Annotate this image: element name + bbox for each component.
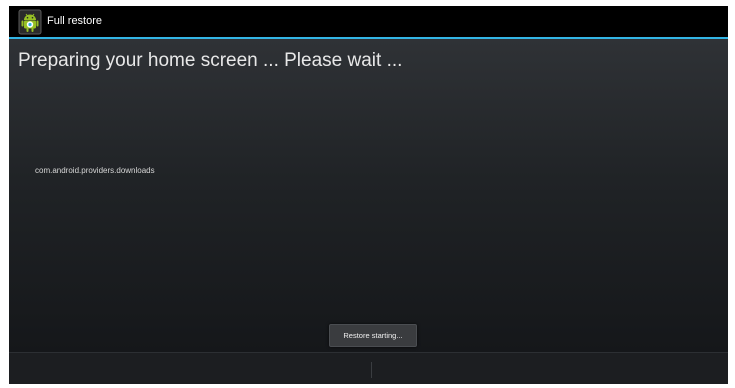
navbar-divider — [371, 362, 372, 378]
window-title: Full restore — [47, 15, 103, 27]
title-bar: Full restore — [9, 6, 728, 39]
current-package-label: com.android.providers.downloads — [35, 166, 155, 175]
navigation-bar — [9, 352, 728, 384]
restore-content: Preparing your home screen ... Please wa… — [9, 39, 728, 352]
screen-frame: Full restore Preparing your home screen … — [9, 6, 728, 384]
toast-message: Restore starting... — [329, 324, 417, 347]
android-robot-icon — [18, 9, 42, 35]
page-title: Preparing your home screen ... Please wa… — [18, 50, 403, 71]
